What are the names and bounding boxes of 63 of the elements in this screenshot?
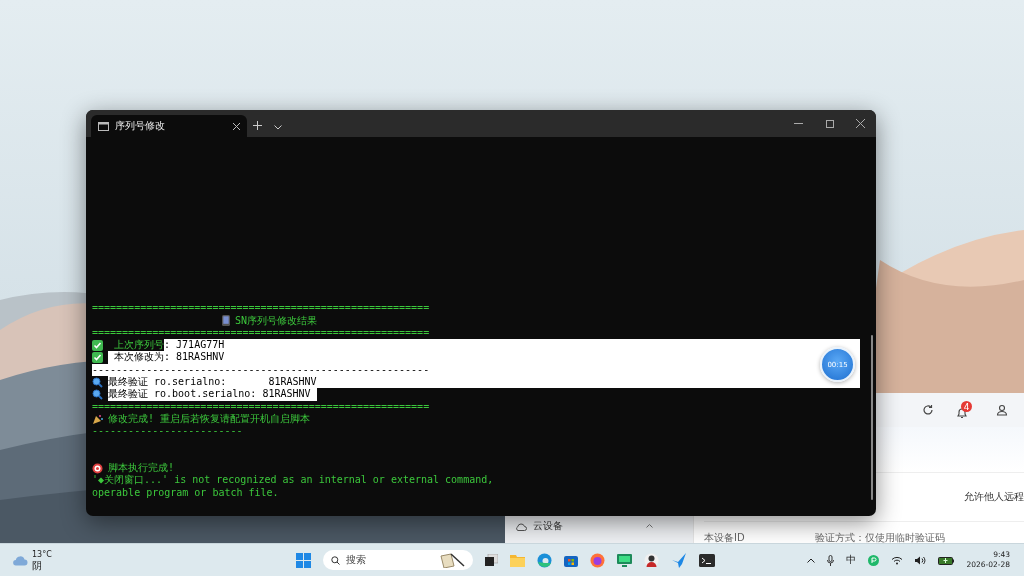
check-icon: [92, 339, 103, 351]
speaker-icon[interactable]: [915, 555, 927, 565]
minimize-icon: [794, 123, 803, 124]
chevron-icon: [274, 125, 282, 130]
terminal-text: 最终验证 ro.boot.serialno: 81RASHNV: [108, 388, 317, 401]
terminal-text: '◆关闭窗口...' is not recognized as an internal or external command,: [92, 474, 494, 487]
wifi-icon[interactable]: [891, 555, 904, 565]
monitor-icon[interactable]: [617, 553, 632, 567]
terminal-text: operable program or batch file.: [92, 486, 279, 499]
field-label: 本设备ID: [704, 531, 745, 545]
tab-title: 序列号修改: [115, 119, 166, 133]
chevron-up-icon: [646, 524, 653, 528]
terminal-text: SN序列号修改结果: [235, 314, 318, 327]
weather-condition: 阴: [32, 560, 43, 571]
chevron-up-icon[interactable]: [807, 557, 816, 563]
maximize-icon: [825, 119, 834, 128]
microphone-icon[interactable]: [827, 554, 835, 566]
task-view-icon[interactable]: [485, 554, 498, 566]
firefox-icon[interactable]: [590, 552, 605, 568]
sidebar-label: 云设备: [533, 519, 564, 533]
search-field[interactable]: 搜索: [323, 550, 473, 570]
terminal-icon: [98, 121, 109, 131]
bird-icon[interactable]: [671, 552, 687, 568]
terminal-text: 本次修改为: 81RASHNV: [108, 351, 225, 364]
user-icon[interactable]: [996, 404, 1008, 416]
terminal-text: ========================================================: [92, 302, 430, 315]
avatar-icon[interactable]: [644, 552, 659, 568]
terminal-tab[interactable]: 序列号修改: [91, 115, 247, 137]
target-icon: [92, 462, 103, 474]
check-icon: [92, 352, 103, 364]
terminal-text: 脚本执行完成!: [108, 462, 175, 474]
refresh-icon[interactable]: [922, 404, 934, 416]
temperature: 13°C: [32, 549, 52, 560]
search-icon: [331, 555, 340, 565]
terminal-text: : J71AG77H: [164, 339, 225, 352]
cloud-icon: [515, 521, 527, 531]
search-placeholder: 搜索: [346, 553, 367, 567]
input-method-indicator[interactable]: 中: [846, 553, 857, 567]
plus-icon: [253, 121, 262, 130]
scrollbar[interactable]: [871, 335, 873, 500]
magnifier-icon: [92, 388, 103, 400]
browser-icon[interactable]: [537, 552, 552, 568]
terminal-text: 最终验证 ro.serialno: 81RASHNV: [108, 376, 317, 389]
windows-start-icon[interactable]: [296, 552, 311, 568]
notification-badge: 4: [961, 401, 972, 412]
terminal-text: 修改完成! 重启后若恢复请配置开机自启脚本: [108, 412, 311, 426]
terminal-icon[interactable]: [699, 553, 715, 567]
notification-button[interactable]: 4: [956, 401, 974, 419]
dropdown-label[interactable]: 验证方式：仅使用临时验证码: [814, 531, 945, 545]
magnifier-icon: [92, 376, 103, 388]
scroll-drawing: [439, 552, 465, 568]
option-label: 允许他人远程: [964, 489, 1024, 504]
party-popper-icon: [92, 413, 103, 425]
store-icon[interactable]: [564, 553, 578, 567]
close-icon[interactable]: [233, 122, 240, 130]
phone-icon: [222, 315, 230, 327]
terminal-text: 上次序列号: [113, 339, 165, 352]
terminal-text: ========================================================: [92, 326, 430, 339]
battery-icon[interactable]: [938, 555, 955, 565]
terminal-text: -------------------------: [92, 425, 243, 438]
close-icon: [856, 119, 865, 128]
terminal-text: ========================================================: [92, 400, 430, 413]
sidebar-item[interactable]: 云设备: [515, 515, 693, 537]
